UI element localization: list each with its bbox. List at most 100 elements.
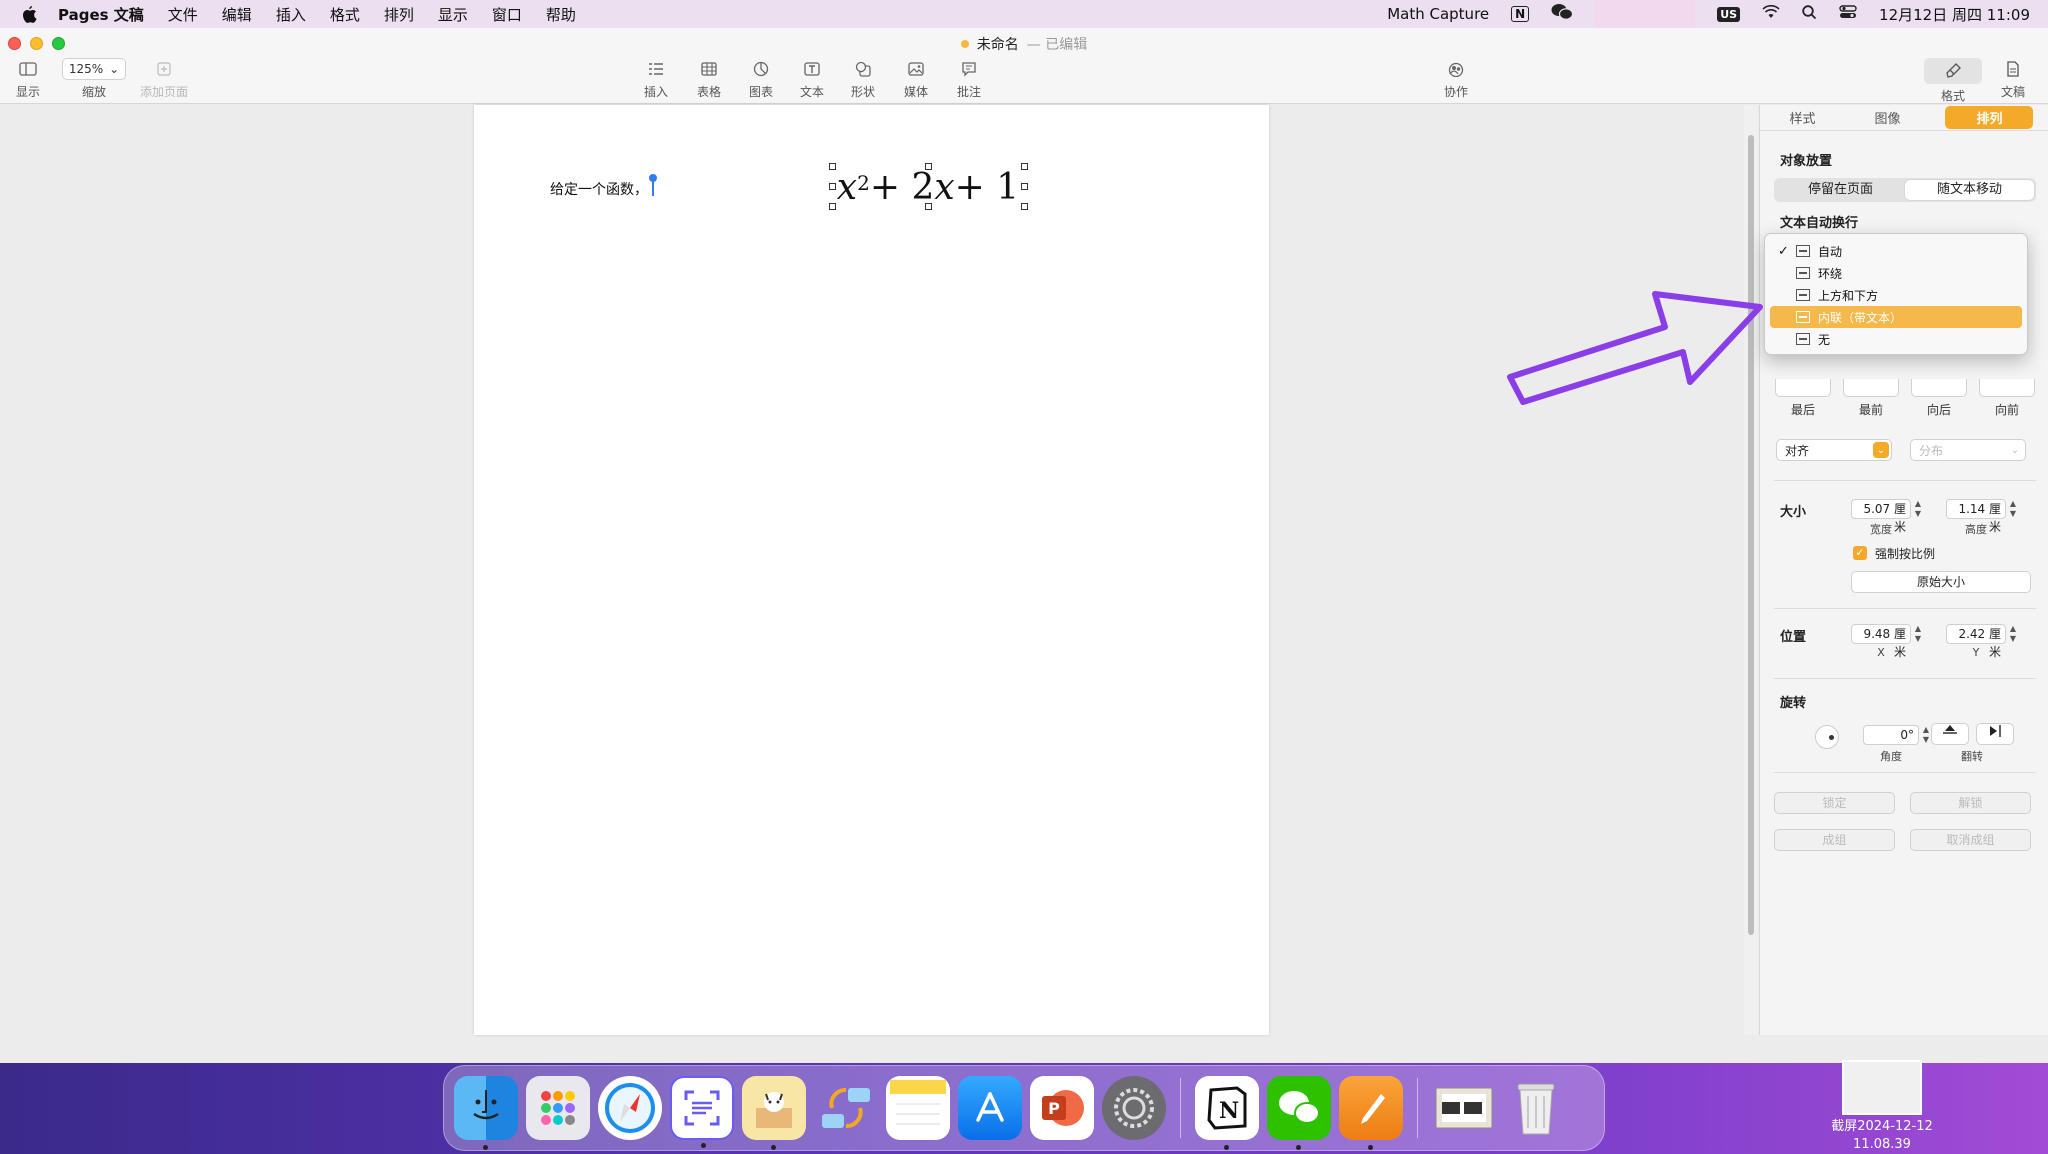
apple-menu-icon[interactable] bbox=[18, 3, 40, 25]
menubar-clock[interactable]: 12月12日 周四 11:09 bbox=[1879, 4, 2030, 25]
position-x-stepper[interactable]: ▲ ▼ bbox=[1913, 624, 1923, 644]
text-box-button[interactable]: 文本 bbox=[799, 58, 825, 100]
wrap-option-around[interactable]: 环绕 bbox=[1770, 262, 2022, 284]
tab-image[interactable]: 图像 bbox=[1860, 106, 1914, 129]
height-stepper[interactable]: ▲ ▼ bbox=[2008, 499, 2018, 519]
system-settings-icon[interactable] bbox=[1102, 1076, 1166, 1140]
position-x-field[interactable]: 9.48 厘米 bbox=[1851, 624, 1911, 659]
menu-insert[interactable]: 插入 bbox=[276, 4, 306, 25]
collaborate-button[interactable]: 协作 bbox=[1443, 58, 1469, 100]
distribute-select[interactable]: 分布 ⌄ bbox=[1910, 439, 2026, 461]
bring-to-front-button[interactable]: 最前 bbox=[1842, 379, 1900, 418]
flip-horizontal-icon bbox=[1990, 725, 2001, 737]
finder-icon[interactable] bbox=[454, 1076, 518, 1150]
notion-icon[interactable]: N bbox=[1195, 1076, 1259, 1150]
menu-app-name[interactable]: Pages 文稿 bbox=[58, 4, 144, 25]
angle-stepper[interactable]: ▲ ▼ bbox=[1921, 725, 1931, 745]
sync-app-icon[interactable] bbox=[814, 1076, 878, 1140]
document-canvas[interactable]: 给定一个函数， x2 + 2x + 1 bbox=[0, 105, 1745, 1035]
recent-folder-icon[interactable] bbox=[1432, 1076, 1496, 1140]
media-button[interactable]: 媒体 bbox=[903, 58, 929, 100]
math-capture-menu[interactable]: Math Capture bbox=[1387, 5, 1489, 23]
chart-button[interactable]: 图表 bbox=[748, 58, 774, 100]
wechat-menubar-icon[interactable] bbox=[1551, 3, 1574, 25]
wifi-icon[interactable] bbox=[1762, 5, 1780, 23]
selection-handle-bottom-center[interactable] bbox=[925, 203, 932, 210]
comment-button[interactable]: 批注 bbox=[956, 58, 982, 100]
wrap-option-auto[interactable]: ✓ 自动 bbox=[1770, 240, 2022, 262]
wrap-option-above-below[interactable]: 上方和下方 bbox=[1770, 284, 2022, 306]
toolbar: 未命名 — 已编辑 显示 125% ⌄ 缩放 添加页面 插入 表格 图表 文本 … bbox=[0, 28, 2048, 104]
tab-style[interactable]: 样式 bbox=[1775, 106, 1829, 129]
document-page[interactable]: 给定一个函数， x2 + 2x + 1 bbox=[474, 105, 1269, 1035]
placement-stay-on-page[interactable]: 停留在页面 bbox=[1776, 180, 1905, 200]
shape-button[interactable]: 形状 bbox=[850, 58, 876, 100]
vertical-scrollbar[interactable] bbox=[1744, 105, 1758, 1035]
zoom-control[interactable]: 125% ⌄ 缩放 bbox=[62, 58, 126, 100]
send-to-back-button[interactable]: 最后 bbox=[1774, 379, 1832, 418]
wechat-icon[interactable] bbox=[1267, 1076, 1331, 1150]
unlock-button[interactable]: 解锁 bbox=[1910, 792, 2031, 814]
body-text[interactable]: 给定一个函数， bbox=[550, 179, 648, 199]
document-inspector-button[interactable]: 文稿 bbox=[2000, 58, 2026, 100]
menu-edit[interactable]: 编辑 bbox=[222, 4, 252, 25]
notes-icon[interactable] bbox=[886, 1076, 950, 1140]
scanner-app-icon[interactable] bbox=[670, 1076, 734, 1148]
cat-app-icon[interactable] bbox=[742, 1076, 806, 1150]
height-field[interactable]: 1.14 厘米 bbox=[1946, 499, 2006, 534]
align-select[interactable]: 对齐 ⌄ bbox=[1776, 439, 1892, 461]
table-button[interactable]: 表格 bbox=[696, 58, 722, 100]
menu-format[interactable]: 格式 bbox=[330, 4, 360, 25]
selection-handle-middle-left[interactable] bbox=[829, 183, 836, 190]
view-button[interactable]: 显示 bbox=[15, 58, 41, 100]
menu-help[interactable]: 帮助 bbox=[546, 4, 576, 25]
menu-view[interactable]: 显示 bbox=[438, 4, 468, 25]
powerpoint-icon[interactable]: P bbox=[1030, 1076, 1094, 1140]
flip-horizontal-button[interactable] bbox=[1976, 723, 2014, 745]
spotlight-search-icon[interactable] bbox=[1802, 4, 1817, 24]
app-store-icon[interactable] bbox=[958, 1076, 1022, 1140]
menu-file[interactable]: 文件 bbox=[168, 4, 198, 25]
format-inspector-button[interactable]: 格式 bbox=[1924, 58, 1982, 104]
selection-handle-top-center[interactable] bbox=[925, 163, 932, 170]
document-name[interactable]: 未命名 bbox=[977, 37, 1019, 53]
placement-move-with-text[interactable]: 随文本移动 bbox=[1905, 180, 2034, 200]
selection-handle-bottom-right[interactable] bbox=[1021, 203, 1028, 210]
rotate-wheel[interactable] bbox=[1815, 725, 1839, 749]
group-button[interactable]: 成组 bbox=[1774, 829, 1895, 851]
pages-icon[interactable] bbox=[1339, 1076, 1403, 1150]
selection-handle-bottom-left[interactable] bbox=[829, 203, 836, 210]
width-stepper[interactable]: ▲ ▼ bbox=[1913, 499, 1923, 519]
zoom-select[interactable]: 125% ⌄ bbox=[62, 58, 126, 80]
safari-icon[interactable] bbox=[598, 1076, 662, 1140]
width-field[interactable]: 5.07 厘米 bbox=[1851, 499, 1911, 534]
angle-field[interactable]: 0° bbox=[1863, 725, 1919, 745]
add-page-button[interactable]: 添加页面 bbox=[140, 58, 188, 100]
launchpad-icon[interactable] bbox=[526, 1076, 590, 1140]
wrap-option-inline[interactable]: 内联（带文本） bbox=[1770, 306, 2022, 328]
notion-menubar-icon[interactable]: N bbox=[1511, 6, 1530, 22]
position-y-stepper[interactable]: ▲ ▼ bbox=[2008, 624, 2018, 644]
control-center-icon[interactable] bbox=[1839, 5, 1857, 23]
ungroup-button[interactable]: 取消成组 bbox=[1910, 829, 2031, 851]
selection-handle-middle-right[interactable] bbox=[1021, 183, 1028, 190]
bring-forward-button[interactable]: 向前 bbox=[1978, 379, 2036, 418]
tab-arrange[interactable]: 排列 bbox=[1945, 106, 2034, 129]
send-backward-button[interactable]: 向后 bbox=[1910, 379, 1968, 418]
lock-button[interactable]: 锁定 bbox=[1774, 792, 1895, 814]
menu-window[interactable]: 窗口 bbox=[492, 4, 522, 25]
position-y-field[interactable]: 2.42 厘米 bbox=[1946, 624, 2006, 659]
flip-vertical-button[interactable] bbox=[1931, 723, 1969, 745]
trash-icon[interactable] bbox=[1504, 1076, 1568, 1140]
selection-handle-top-right[interactable] bbox=[1021, 163, 1028, 170]
original-size-button[interactable]: 原始大小 bbox=[1851, 571, 2031, 593]
input-source-indicator[interactable]: US bbox=[1717, 6, 1741, 22]
screenshot-thumbnail[interactable] bbox=[1842, 1060, 1922, 1115]
scrollbar-thumb[interactable] bbox=[1748, 135, 1754, 935]
wrap-option-none[interactable]: 无 bbox=[1770, 328, 2022, 350]
constrain-proportions-checkbox[interactable]: ✓ bbox=[1853, 546, 1867, 560]
screenshot-file-label[interactable]: 截屏2024-12-12 11.08.39 bbox=[1820, 1118, 1944, 1154]
menu-arrange[interactable]: 排列 bbox=[384, 4, 414, 25]
selection-handle-top-left[interactable] bbox=[829, 163, 836, 170]
insert-button[interactable]: 插入 bbox=[643, 58, 669, 100]
